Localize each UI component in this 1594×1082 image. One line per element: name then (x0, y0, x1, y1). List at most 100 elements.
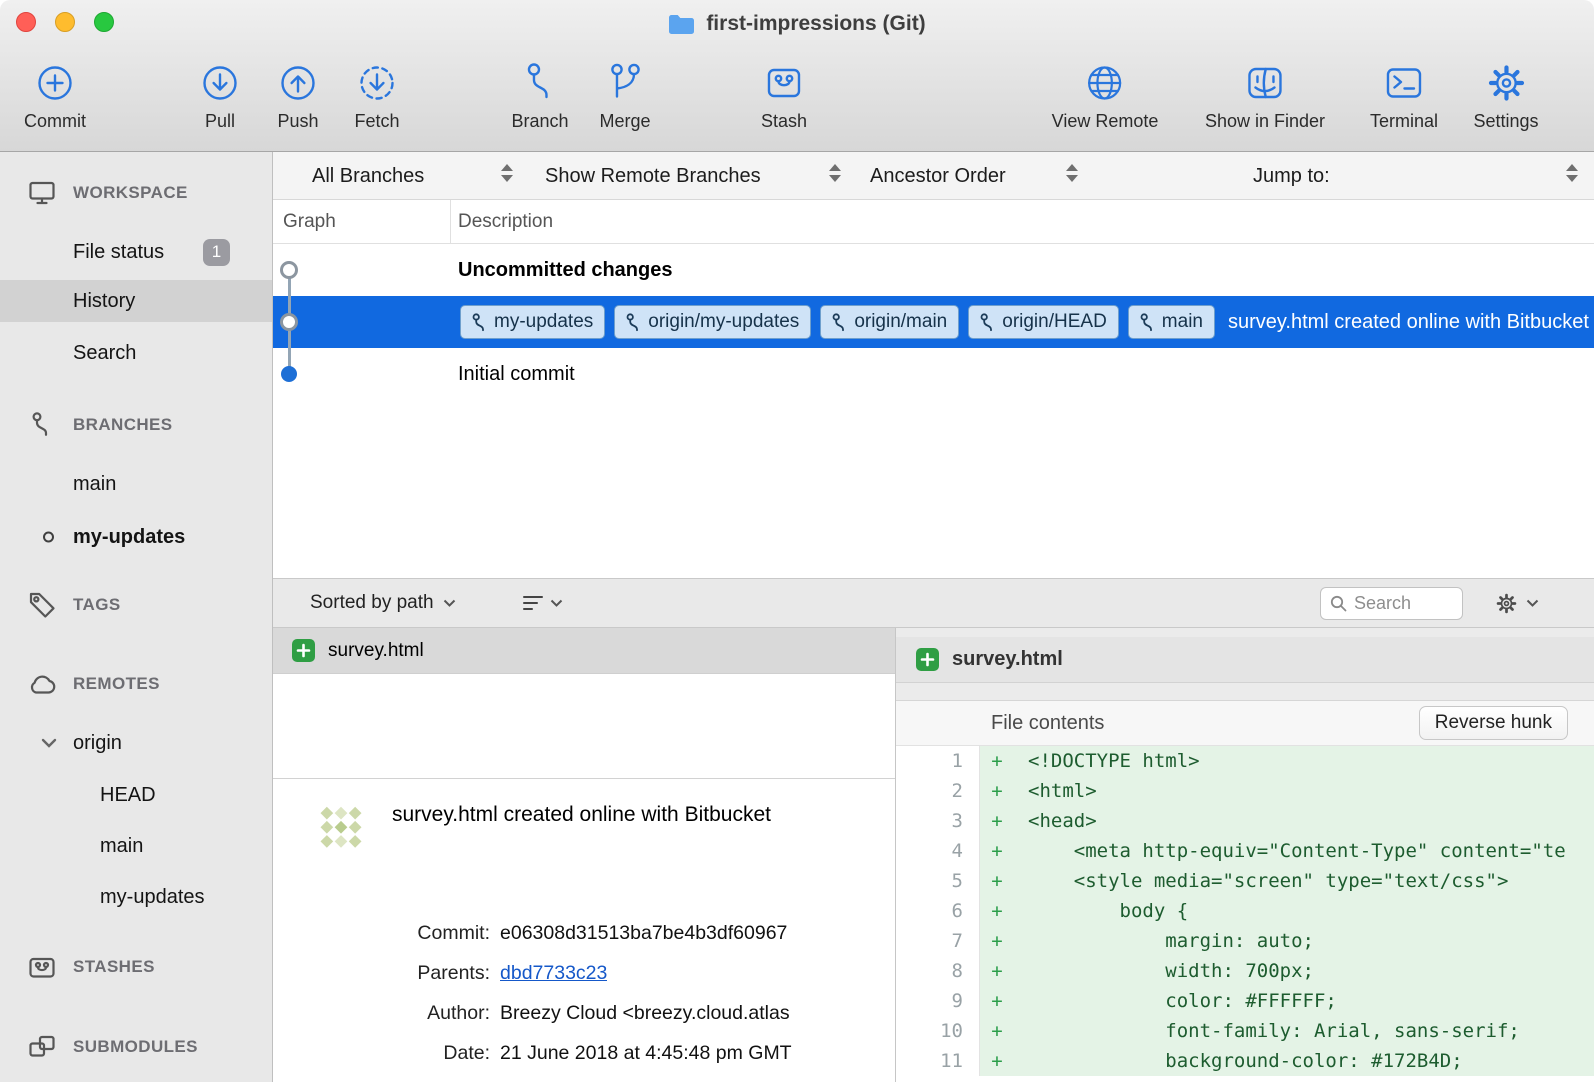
push-button[interactable]: Push (275, 58, 321, 132)
push-icon (275, 58, 321, 108)
fetch-icon (354, 58, 400, 108)
workspace-icon (27, 178, 57, 208)
diff-panel: survey.html File contents Reverse hunk 1… (895, 628, 1594, 1082)
cloud-icon (27, 669, 57, 699)
diff-line: 5 + <style media="screen" type="text/css… (896, 866, 1594, 896)
detail-toolbar: Sorted by path (273, 578, 1594, 628)
branch-label-pill[interactable]: origin/HEAD (968, 305, 1119, 339)
jump-to-stepper-icon[interactable] (1566, 164, 1578, 182)
sidebar-item-remote-ref[interactable]: my-updates (0, 872, 272, 923)
parent-commit-link[interactable]: dbd7733c23 (500, 962, 607, 985)
sourcetree-window: first-impressions (Git) Commit Pull (0, 0, 1594, 1082)
stashes-icon (27, 952, 57, 982)
sidebar-item-search[interactable]: Search (0, 332, 272, 374)
sort-order-dropdown[interactable]: Sorted by path (310, 579, 456, 627)
line-code: font-family: Arial, sans-serif; (1014, 1016, 1594, 1046)
merge-button[interactable]: Merge (599, 58, 650, 132)
settings-button[interactable]: Settings (1473, 58, 1538, 132)
chevron-down-icon[interactable] (41, 738, 57, 748)
line-code: <head> (1014, 806, 1594, 836)
sidebar-item-file-status[interactable]: File status 1 (0, 231, 272, 273)
column-header-graph: Graph (283, 200, 336, 244)
diff-line: 3 + <head> (896, 806, 1594, 836)
file-status-count-badge: 1 (203, 239, 230, 266)
file-name: survey.html (328, 640, 424, 662)
terminal-button[interactable]: Terminal (1370, 58, 1438, 132)
search-icon (1330, 595, 1347, 612)
sidebar: WORKSPACE File status 1 History Search B… (0, 152, 273, 1082)
history-filter-bar: All Branches Show Remote Branches Ancest… (273, 152, 1594, 200)
branch-label-pill[interactable]: origin/my-updates (614, 305, 811, 339)
history-row-initial-commit[interactable]: Initial commit (273, 348, 1594, 400)
stash-button[interactable]: Stash (761, 58, 807, 132)
titlebar: first-impressions (Git) (0, 0, 1594, 48)
commit-icon (32, 58, 78, 108)
commit-date: 21 June 2018 at 4:45:48 pm GMT (500, 1042, 792, 1065)
commit-metadata: Commit: e06308d31513ba7be4b3df60967 Pare… (273, 913, 895, 1073)
commit-hash-row: Commit: e06308d31513ba7be4b3df60967 (273, 913, 895, 953)
branch-label-pill[interactable]: my-updates (460, 305, 605, 339)
order-stepper-icon[interactable] (1066, 164, 1078, 182)
history-row-selected[interactable]: my-updates origin/my-updates origin/main or… (273, 296, 1594, 348)
show-in-finder-button[interactable]: Show in Finder (1205, 58, 1325, 132)
diff-line: 10 + font-family: Arial, sans-serif; (896, 1016, 1594, 1046)
window-chrome: first-impressions (Git) Commit Pull (0, 0, 1594, 152)
sidebar-header-tags: TAGS (0, 584, 272, 626)
sidebar-header-branches: BRANCHES (0, 404, 272, 446)
branch-glyph-icon (472, 313, 487, 332)
window-title: first-impressions (Git) (0, 0, 1594, 48)
remote-branches-stepper-icon[interactable] (829, 164, 841, 182)
column-header-description: Description (458, 200, 553, 244)
view-options-dropdown[interactable] (523, 579, 563, 627)
commit-button[interactable]: Commit (24, 58, 86, 132)
added-line-marker: + (980, 746, 1014, 776)
chevron-down-icon (1526, 599, 1539, 607)
branch-label-pill[interactable]: main (1128, 305, 1215, 339)
sidebar-item-branch-main[interactable]: main (0, 463, 272, 505)
line-code: <html> (1014, 776, 1594, 806)
search-input[interactable] (1354, 593, 1449, 614)
branch-filter-stepper-icon[interactable] (501, 164, 513, 182)
view-remote-button[interactable]: View Remote (1052, 58, 1159, 132)
line-code: <meta http-equiv="Content-Type" content=… (1014, 836, 1594, 866)
commit-author: Breezy Cloud <breezy.cloud.atlas (500, 1002, 790, 1025)
diff-line: 11 + background-color: #172B4D; (896, 1046, 1594, 1076)
column-separator[interactable] (450, 200, 451, 243)
sidebar-header-stashes: STASHES (0, 946, 272, 988)
diff-file-header[interactable]: survey.html (896, 637, 1594, 683)
sidebar-item-remote-ref[interactable]: main (0, 821, 272, 872)
pull-button[interactable]: Pull (197, 58, 243, 132)
sidebar-item-remote-ref[interactable]: HEAD (0, 770, 272, 821)
file-list-item-selected[interactable]: survey.html (273, 628, 895, 674)
reverse-hunk-button[interactable]: Reverse hunk (1419, 706, 1568, 740)
diff-line: 7 + margin: auto; (896, 926, 1594, 956)
finder-icon (1242, 58, 1288, 108)
tag-icon (27, 590, 57, 620)
fetch-button[interactable]: Fetch (354, 58, 400, 132)
history-row-uncommitted[interactable]: Uncommitted changes (273, 244, 1594, 296)
sidebar-item-branch-my-updates[interactable]: my-updates (0, 516, 272, 558)
file-search-box[interactable] (1320, 587, 1463, 620)
branch-glyph-icon (626, 313, 641, 332)
line-number: 5 (896, 866, 980, 896)
branch-label-pill[interactable]: origin/main (820, 305, 959, 339)
gear-icon (1483, 58, 1529, 108)
added-line-marker: + (980, 806, 1014, 836)
line-code: background-color: #172B4D; (1014, 1046, 1594, 1076)
branch-button[interactable]: Branch (511, 58, 568, 132)
added-line-marker: + (980, 776, 1014, 806)
sidebar-item-history[interactable]: History (0, 280, 272, 322)
order-dropdown[interactable]: Ancestor Order (870, 152, 1006, 200)
branch-filter-dropdown[interactable]: All Branches (312, 152, 424, 200)
added-line-marker: + (980, 836, 1014, 866)
line-number: 1 (896, 746, 980, 776)
sidebar-item-origin[interactable]: origin (0, 722, 272, 764)
merge-icon (602, 58, 648, 108)
added-line-marker: + (980, 956, 1014, 986)
branch-labels: my-updates origin/my-updates origin/main or… (460, 305, 1224, 339)
remote-branches-dropdown[interactable]: Show Remote Branches (545, 152, 761, 200)
commit-title: survey.html created online with Bitbucke… (392, 803, 771, 827)
diff-options-dropdown[interactable] (1494, 579, 1539, 627)
added-line-marker: + (980, 866, 1014, 896)
line-number: 2 (896, 776, 980, 806)
